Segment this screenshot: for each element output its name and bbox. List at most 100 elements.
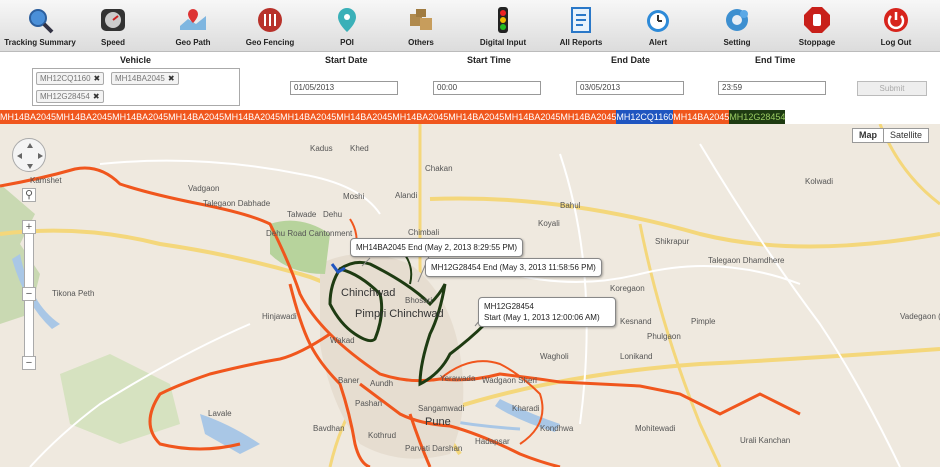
- legend-segment: MH12G28454: [729, 110, 786, 124]
- place-label: Vadgaon: [188, 184, 220, 193]
- end-time-input[interactable]: 23:59: [718, 81, 826, 95]
- place-label: Kesnand: [620, 317, 652, 326]
- place-label: Khed: [350, 144, 369, 153]
- place-label: Pimpri Chinchwad: [355, 308, 444, 320]
- place-label: Chakan: [425, 164, 453, 173]
- place-label: Moshi: [343, 192, 365, 201]
- poi-label: POI: [340, 38, 354, 47]
- map-type-satellite-button[interactable]: Satellite: [883, 128, 930, 143]
- place-label: Kothrud: [368, 431, 397, 440]
- place-label: Wakad: [330, 336, 355, 345]
- setting-label: Setting: [723, 38, 751, 47]
- place-label: Yerawada: [440, 374, 476, 383]
- legend-segment: MH14BA2045MH14BA2045MH14BA2045MH14BA2045…: [0, 110, 617, 124]
- place-label: Pashan: [355, 399, 383, 408]
- place-label: Chimbali: [408, 228, 440, 237]
- place-label: Phulgaon: [647, 332, 681, 341]
- gear-icon: [726, 9, 748, 31]
- all-reports-button[interactable]: All Reports: [541, 0, 621, 52]
- place-label: Hinjawadi: [262, 312, 297, 321]
- route-end-callout[interactable]: MH14BA2045 End (May 2, 2013 8:29:55 PM): [350, 238, 523, 257]
- place-label: Sangamwadi: [418, 404, 465, 413]
- vehicle-chip[interactable]: MH12G28454 ✖: [36, 90, 104, 103]
- place-label: Bhosari: [405, 296, 433, 305]
- place-label: Tikona Peth: [52, 289, 95, 298]
- tracking-summary-button[interactable]: Tracking Summary: [0, 0, 80, 52]
- stop-hand-icon: [804, 7, 830, 33]
- end-date-input[interactable]: 03/05/2013: [576, 81, 684, 95]
- start-time-label: Start Time: [467, 55, 511, 65]
- place-label: Hadapsar: [475, 437, 510, 446]
- stoppage-label: Stoppage: [798, 38, 836, 47]
- vehicle-chip[interactable]: MH14BA2045 ✖: [111, 72, 179, 85]
- others-button[interactable]: Others: [381, 0, 461, 52]
- place-label: Talegaon Dabhade: [203, 199, 271, 208]
- map-type-map-button[interactable]: Map: [852, 128, 884, 143]
- submit-button[interactable]: Submit: [857, 81, 927, 96]
- traffic-light-icon: [498, 7, 508, 33]
- place-label: Koyali: [538, 219, 560, 228]
- place-label: Bahul: [560, 201, 581, 210]
- pan-arrows-icon: [17, 143, 43, 169]
- place-label: Talegaon Dhamdhere: [708, 256, 785, 265]
- place-label: Lavale: [208, 409, 232, 418]
- speedometer-icon: [101, 9, 125, 31]
- log-out-button[interactable]: Log Out: [856, 0, 936, 52]
- zoom-handle[interactable]: −: [22, 287, 36, 301]
- alarm-clock-icon: [647, 10, 669, 32]
- remove-chip-icon[interactable]: ✖: [94, 74, 101, 83]
- place-label: Urali Kanchan: [740, 436, 791, 445]
- pan-control[interactable]: [12, 138, 46, 172]
- place-label: Vadegaon (Paga): [900, 312, 940, 321]
- place-label: Pimple: [691, 317, 716, 326]
- place-label: Talwade: [287, 210, 317, 219]
- place-label: Pune: [425, 416, 451, 428]
- place-label: Dehu: [323, 210, 343, 219]
- vehicle-label: Vehicle: [120, 55, 152, 65]
- report-icon: [571, 7, 591, 33]
- start-time-input[interactable]: 00:00: [433, 81, 541, 95]
- place-label: Wagholi: [540, 352, 569, 361]
- digital-input-button[interactable]: Digital Input: [463, 0, 543, 52]
- start-date-input[interactable]: 01/05/2013: [290, 81, 398, 95]
- others-label: Others: [408, 38, 434, 47]
- main-toolbar: Tracking Summary Speed Geo Path Geo Fenc…: [0, 0, 940, 52]
- start-date-label: Start Date: [325, 55, 368, 65]
- fence-icon: [258, 8, 282, 32]
- boxes-icon: [410, 9, 432, 30]
- place-label: Kharadi: [512, 404, 540, 413]
- place-label: Wadgaon Sheri: [482, 376, 537, 385]
- setting-button[interactable]: Setting: [697, 0, 777, 52]
- route-map[interactable]: Vadgaon Talegaon Dabhade Talwade Dehu Mo…: [0, 124, 940, 467]
- place-label: Parvati Darshan: [405, 444, 463, 453]
- geo-fencing-button[interactable]: Geo Fencing: [230, 0, 310, 52]
- stoppage-button[interactable]: Stoppage: [777, 0, 857, 52]
- map-pin-icon: [180, 9, 206, 30]
- zoom-out-button[interactable]: −: [22, 356, 36, 370]
- digital-input-label: Digital Input: [479, 38, 527, 47]
- log-out-label: Log Out: [880, 38, 912, 47]
- remove-chip-icon[interactable]: ✖: [168, 74, 175, 83]
- place-label: Baner: [338, 376, 360, 385]
- poi-pin-icon: [338, 8, 356, 32]
- callout-vehicle: MH12G28454: [484, 302, 534, 311]
- speed-button[interactable]: Speed: [73, 0, 153, 52]
- remove-chip-icon[interactable]: ✖: [93, 92, 100, 101]
- tracking-summary-label: Tracking Summary: [4, 38, 76, 47]
- geo-path-button[interactable]: Geo Path: [153, 0, 233, 52]
- place-label: Aundh: [370, 379, 394, 388]
- route-end-callout[interactable]: MH12G28454 End (May 3, 2013 11:58:56 PM): [425, 258, 602, 277]
- zoom-in-button[interactable]: +: [22, 220, 36, 234]
- place-label: Bavdhan: [313, 424, 345, 433]
- place-label: Kondhwa: [540, 424, 574, 433]
- alert-label: Alert: [648, 38, 668, 47]
- poi-button[interactable]: POI: [307, 0, 387, 52]
- vehicle-multiselect[interactable]: MH12CQ1160 ✖ MH14BA2045 ✖ MH12G28454 ✖: [32, 68, 240, 106]
- route-start-callout[interactable]: MH12G28454 Start (May 1, 2013 12:00:06 A…: [478, 297, 616, 327]
- place-label: Kolwadi: [805, 177, 834, 186]
- street-view-pegman-icon[interactable]: ⚲: [22, 188, 36, 202]
- alert-button[interactable]: Alert: [618, 0, 698, 52]
- vehicle-chip[interactable]: MH12CQ1160 ✖: [36, 72, 105, 85]
- route-legend-strip: MH14BA2045MH14BA2045MH14BA2045MH14BA2045…: [0, 110, 940, 124]
- legend-segment: MH12CQ1160: [616, 110, 674, 124]
